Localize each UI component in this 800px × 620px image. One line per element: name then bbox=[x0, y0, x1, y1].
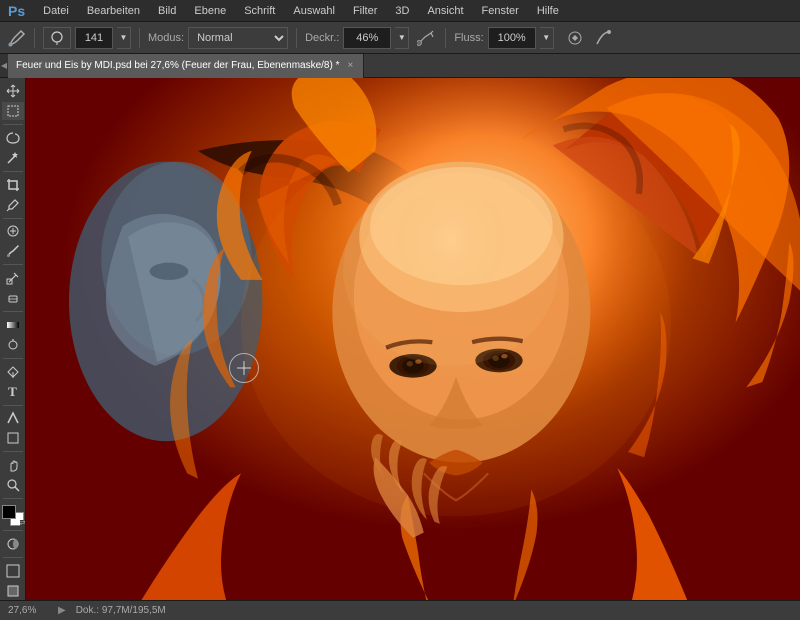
options-toolbar: ▼ Modus: Normal Deckr.: ▼ Fluss: ▼ bbox=[0, 22, 800, 54]
opacity-input[interactable] bbox=[343, 27, 391, 49]
document-tab-title: Feuer und Eis by MDI.psd bei 27,6% (Feue… bbox=[16, 60, 340, 71]
flow-group: Fluss: ▼ bbox=[454, 27, 553, 49]
separator-2 bbox=[139, 28, 140, 48]
menu-datei[interactable]: Datei bbox=[35, 3, 77, 19]
opacity-arrow[interactable]: ▼ bbox=[395, 27, 409, 49]
healing-brush-btn[interactable] bbox=[2, 222, 24, 240]
menu-bild[interactable]: Bild bbox=[150, 3, 184, 19]
brush-icon bbox=[6, 27, 28, 49]
clone-stamp-btn[interactable] bbox=[2, 269, 24, 287]
screen-mode-btn[interactable] bbox=[2, 562, 24, 580]
pen-btn[interactable] bbox=[2, 363, 24, 381]
ps-logo: Ps bbox=[4, 3, 29, 19]
toolbar-sep-8 bbox=[3, 451, 23, 452]
menu-hilfe[interactable]: Hilfe bbox=[529, 3, 567, 19]
separator-1 bbox=[34, 28, 35, 48]
move-tool-btn[interactable] bbox=[2, 82, 24, 100]
menu-schrift[interactable]: Schrift bbox=[236, 3, 283, 19]
hand-btn[interactable] bbox=[2, 456, 24, 474]
menu-ebene[interactable]: Ebene bbox=[186, 3, 234, 19]
flow-jitter-icon[interactable] bbox=[592, 27, 614, 49]
brush-btn[interactable] bbox=[2, 242, 24, 260]
toolbar-sep-1 bbox=[3, 124, 23, 125]
quick-mask-btn[interactable] bbox=[2, 535, 24, 553]
left-toolbar: T ⇄ bbox=[0, 78, 26, 600]
toolbar-sep-6 bbox=[3, 358, 23, 359]
flow-label: Fluss: bbox=[454, 32, 483, 44]
crop-btn[interactable] bbox=[2, 176, 24, 194]
gradient-btn[interactable] bbox=[2, 316, 24, 334]
document-tab-active[interactable]: Feuer und Eis by MDI.psd bei 27,6% (Feue… bbox=[8, 54, 364, 78]
flow-input[interactable] bbox=[488, 27, 536, 49]
brush-size-group: ▼ bbox=[43, 27, 131, 49]
opacity-group: Deckr.: ▼ bbox=[305, 27, 409, 49]
canvas-area bbox=[26, 78, 800, 600]
toolbar-sep-9 bbox=[3, 498, 23, 499]
separator-3 bbox=[296, 28, 297, 48]
menu-bar: Ps Datei Bearbeiten Bild Ebene Schrift A… bbox=[0, 0, 800, 22]
zoom-btn[interactable] bbox=[2, 476, 24, 494]
dodge-btn[interactable] bbox=[2, 336, 24, 354]
eraser-btn[interactable] bbox=[2, 289, 24, 307]
brush-size-input[interactable] bbox=[75, 27, 113, 49]
document-tabs: ◀ Feuer und Eis by MDI.psd bei 27,6% (Fe… bbox=[0, 54, 800, 78]
zoom-display: 27,6% bbox=[8, 605, 48, 616]
doc-size-display: Dok.: 97,7M/195,5M bbox=[76, 605, 166, 616]
toolbar-sep-5 bbox=[3, 311, 23, 312]
shape-btn[interactable] bbox=[2, 429, 24, 447]
brush-preset-picker[interactable] bbox=[43, 27, 71, 49]
toolbar-sep-3 bbox=[3, 218, 23, 219]
path-select-btn[interactable] bbox=[2, 409, 24, 427]
toolbar-sep-4 bbox=[3, 264, 23, 265]
toolbar-sep-10 bbox=[3, 530, 23, 531]
opacity-label: Deckr.: bbox=[305, 32, 339, 44]
menu-bearbeiten[interactable]: Bearbeiten bbox=[79, 3, 148, 19]
menu-auswahl[interactable]: Auswahl bbox=[285, 3, 343, 19]
menu-fenster[interactable]: Fenster bbox=[474, 3, 527, 19]
toolbar-sep-11 bbox=[3, 557, 23, 558]
rect-select-btn[interactable] bbox=[2, 102, 24, 120]
menu-filter[interactable]: Filter bbox=[345, 3, 385, 19]
menu-3d[interactable]: 3D bbox=[387, 3, 417, 19]
main-area: T ⇄ bbox=[0, 78, 800, 600]
text-btn[interactable]: T bbox=[2, 383, 24, 401]
status-arrow: ▶ bbox=[58, 605, 66, 616]
status-bar: 27,6% ▶ Dok.: 97,7M/195,5M bbox=[0, 600, 800, 620]
document-canvas[interactable] bbox=[26, 78, 800, 600]
magic-wand-btn[interactable] bbox=[2, 149, 24, 167]
document-tab-close[interactable]: × bbox=[346, 60, 356, 71]
mode-group: Modus: Normal bbox=[148, 27, 288, 49]
airbrush-icon[interactable] bbox=[415, 27, 437, 49]
swap-colors-icon[interactable]: ⇄ bbox=[20, 520, 26, 527]
fullscreen-btn[interactable] bbox=[2, 582, 24, 600]
brush-size-arrow[interactable]: ▼ bbox=[117, 27, 131, 49]
brush-tool-icon-group bbox=[6, 27, 37, 49]
foreground-color-swatch[interactable] bbox=[2, 505, 16, 519]
toolbar-sep-7 bbox=[3, 405, 23, 406]
menu-ansicht[interactable]: Ansicht bbox=[419, 3, 471, 19]
eyedropper-btn[interactable] bbox=[2, 196, 24, 214]
mode-select[interactable]: Normal bbox=[188, 27, 288, 49]
tablet-pressure-icon[interactable] bbox=[564, 27, 586, 49]
color-swatches[interactable]: ⇄ bbox=[2, 505, 24, 526]
panel-collapse-arrow[interactable]: ◀ bbox=[0, 54, 8, 77]
mode-label: Modus: bbox=[148, 32, 184, 44]
toolbar-sep-2 bbox=[3, 171, 23, 172]
lasso-btn[interactable] bbox=[2, 129, 24, 147]
flow-arrow[interactable]: ▼ bbox=[540, 27, 554, 49]
canvas-viewport[interactable] bbox=[26, 78, 800, 600]
separator-4 bbox=[445, 28, 446, 48]
